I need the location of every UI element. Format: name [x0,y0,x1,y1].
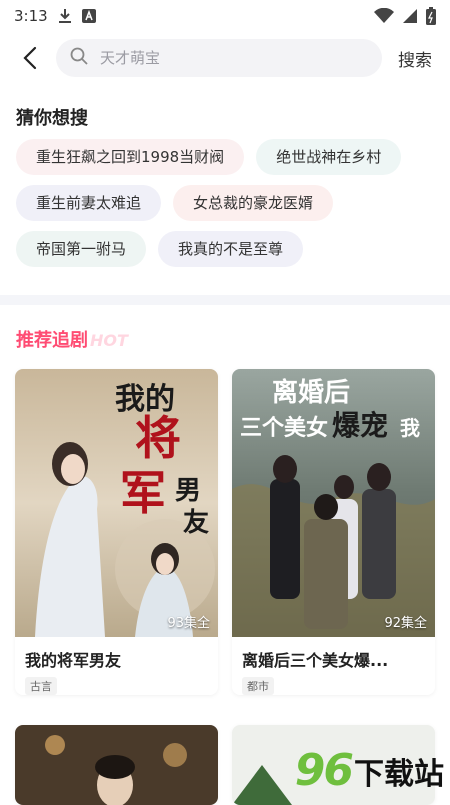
suggestion-chip[interactable]: 重生狂飙之回到1998当财阀 [16,139,244,175]
svg-text:我: 我 [400,416,420,440]
svg-text:三个美女: 三个美女 [240,415,328,441]
battery-icon [426,7,436,25]
recommend-title: 推荐追剧 [16,326,88,352]
episode-count: 92集全 [384,612,427,631]
svg-text:爆宠: 爆宠 [332,409,388,442]
svg-text:将: 将 [135,411,181,465]
svg-text:离婚后: 离婚后 [272,377,350,408]
signal-icon [402,8,418,24]
status-bar: 3:13 [0,0,450,32]
chevron-left-icon [23,46,37,70]
drama-title[interactable]: 我的将军男友 [25,647,208,671]
svg-text:友: 友 [183,508,209,538]
recommend-header: 推荐追剧 HOT [16,326,128,352]
site-watermark: 96 下载站 [295,745,444,796]
suggestion-chip[interactable]: 我真的不是至尊 [158,231,303,267]
guess-title: 猜你想搜 [16,104,88,130]
drama-poster[interactable]: 离婚后 三个美女 爆宠 我 92集全 [232,369,435,637]
search-button[interactable]: 搜索 [398,46,432,71]
genre-tag: 古言 [25,677,57,695]
suggestion-chip[interactable]: 重生前妻太难追 [16,185,161,221]
svg-text:军: 军 [120,466,166,520]
status-time: 3:13 [14,7,48,25]
drama-poster[interactable] [15,725,218,805]
a-icon [82,9,96,23]
suggestion-chip[interactable]: 女总裁的豪龙医婿 [173,185,333,221]
section-divider [0,295,450,305]
search-input[interactable] [98,48,352,68]
hot-label: HOT [90,331,128,350]
drama-poster[interactable]: 我的 将 军 男 友 93集全 [15,369,218,637]
suggestion-chips: 重生狂飙之回到1998当财阀 绝世战神在乡村 重生前妻太难追 女总裁的豪龙医婿 … [16,139,436,277]
drama-card[interactable]: 离婚后 三个美女 爆宠 我 92集全 离婚后三个美女爆... 都市 [232,369,435,695]
drama-card[interactable]: 我的 将 军 男 友 93集全 我的将军男友 古言 [15,369,218,695]
genre-tag: 都市 [242,677,274,695]
download-icon [58,8,72,24]
suggestion-chip[interactable]: 帝国第一驸马 [16,231,146,267]
back-button[interactable] [16,44,44,72]
drama-card[interactable] [15,725,218,805]
watermark-number: 96 [295,745,352,796]
search-row: 搜索 [0,38,450,78]
wifi-icon [374,8,394,24]
watermark-text: 下载站 [354,749,444,793]
suggestion-chip[interactable]: 绝世战神在乡村 [256,139,401,175]
search-box[interactable] [56,39,382,77]
drama-title[interactable]: 离婚后三个美女爆... [242,647,425,671]
svg-text:男: 男 [175,476,201,506]
episode-count: 93集全 [167,612,210,631]
search-icon [70,47,88,69]
